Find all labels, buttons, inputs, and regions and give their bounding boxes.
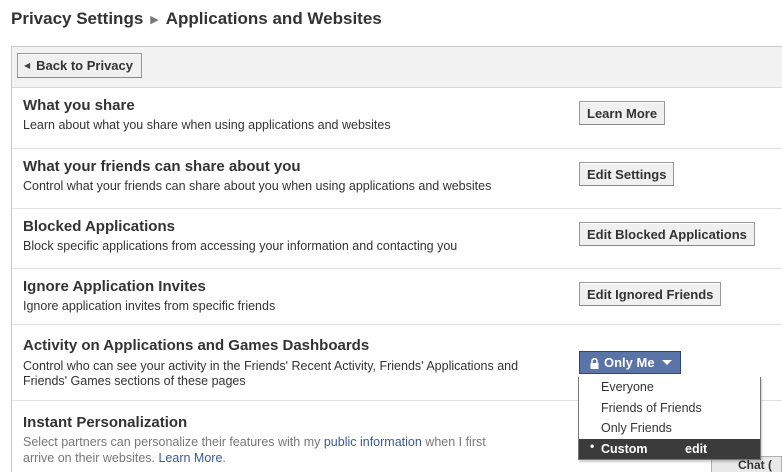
edit-blocked-applications-button[interactable]: Edit Blocked Applications [579, 222, 755, 246]
menu-item-custom[interactable]: • Custom edit [579, 438, 760, 459]
back-button-label: Back to Privacy [36, 58, 133, 73]
section-title: Activity on Applications and Games Dashb… [23, 337, 370, 354]
privacy-selector-value: Only Me [604, 355, 655, 370]
section-blocked-applications: Blocked Applications Block specific appl… [12, 209, 782, 269]
back-to-privacy-button[interactable]: ◀ Back to Privacy [17, 53, 142, 78]
edit-settings-button[interactable]: Edit Settings [579, 162, 675, 186]
section-ignore-invites: Ignore Application Invites Ignore applic… [12, 269, 782, 325]
desc-text: when I first [421, 435, 486, 449]
learn-more-button[interactable]: Learn More [579, 101, 666, 125]
section-description: Block specific applications from accessi… [23, 239, 458, 253]
menu-item-friends-of-friends[interactable]: Friends of Friends [579, 398, 760, 419]
lock-icon [590, 357, 599, 369]
section-title: Instant Personalization [23, 414, 188, 431]
menu-item-custom-label: Custom [601, 441, 648, 456]
toolbar: ◀ Back to Privacy [12, 47, 782, 88]
breadcrumb-parent[interactable]: Privacy Settings [11, 9, 143, 29]
section-description-line2: arrive on their websites. Learn More. [23, 451, 226, 466]
section-description: Ignore application invites from specific… [23, 299, 276, 313]
desc-text: . [222, 451, 226, 465]
page-title: Applications and Websites [165, 9, 382, 28]
section-description-line1: Select partners can personalize their fe… [23, 435, 486, 450]
public-information-link[interactable]: public information [324, 435, 422, 449]
chevron-down-icon [661, 360, 672, 365]
section-description-line1: Control who can see your activity in the… [23, 359, 519, 373]
settings-panel: ◀ Back to Privacy What you share Learn a… [11, 46, 782, 472]
edit-custom-link[interactable]: edit [685, 442, 707, 456]
menu-item-only-friends[interactable]: Only Friends [579, 418, 760, 439]
back-arrow-icon: ◀ [24, 61, 31, 70]
desc-text: Select partners can personalize their fe… [23, 435, 324, 449]
section-description: Control what your friends can share abou… [23, 179, 492, 193]
privacy-selector-button[interactable]: Only Me [579, 351, 681, 374]
section-title: What you share [23, 97, 135, 114]
section-description-line2: Friends' Games sections of these pages [23, 374, 246, 388]
breadcrumb: Privacy Settings ▶ Applications and Webs… [11, 8, 382, 30]
section-title: Ignore Application Invites [23, 278, 206, 295]
section-friends-share: What your friends can share about you Co… [12, 149, 782, 209]
section-title: Blocked Applications [23, 218, 175, 235]
section-description: Learn about what you share when using ap… [23, 118, 391, 132]
desc-text: arrive on their websites. [23, 451, 159, 465]
privacy-dropdown-menu: Everyone Friends of Friends Only Friends… [578, 377, 761, 460]
breadcrumb-separator-icon: ▶ [150, 13, 159, 26]
selected-bullet-icon: • [590, 438, 595, 453]
learn-more-link[interactable]: Learn More [158, 451, 222, 465]
edit-ignored-friends-button[interactable]: Edit Ignored Friends [579, 282, 722, 306]
section-title: What your friends can share about you [23, 158, 301, 175]
section-what-you-share: What you share Learn about what you shar… [12, 88, 782, 149]
menu-item-everyone[interactable]: Everyone [579, 377, 760, 398]
